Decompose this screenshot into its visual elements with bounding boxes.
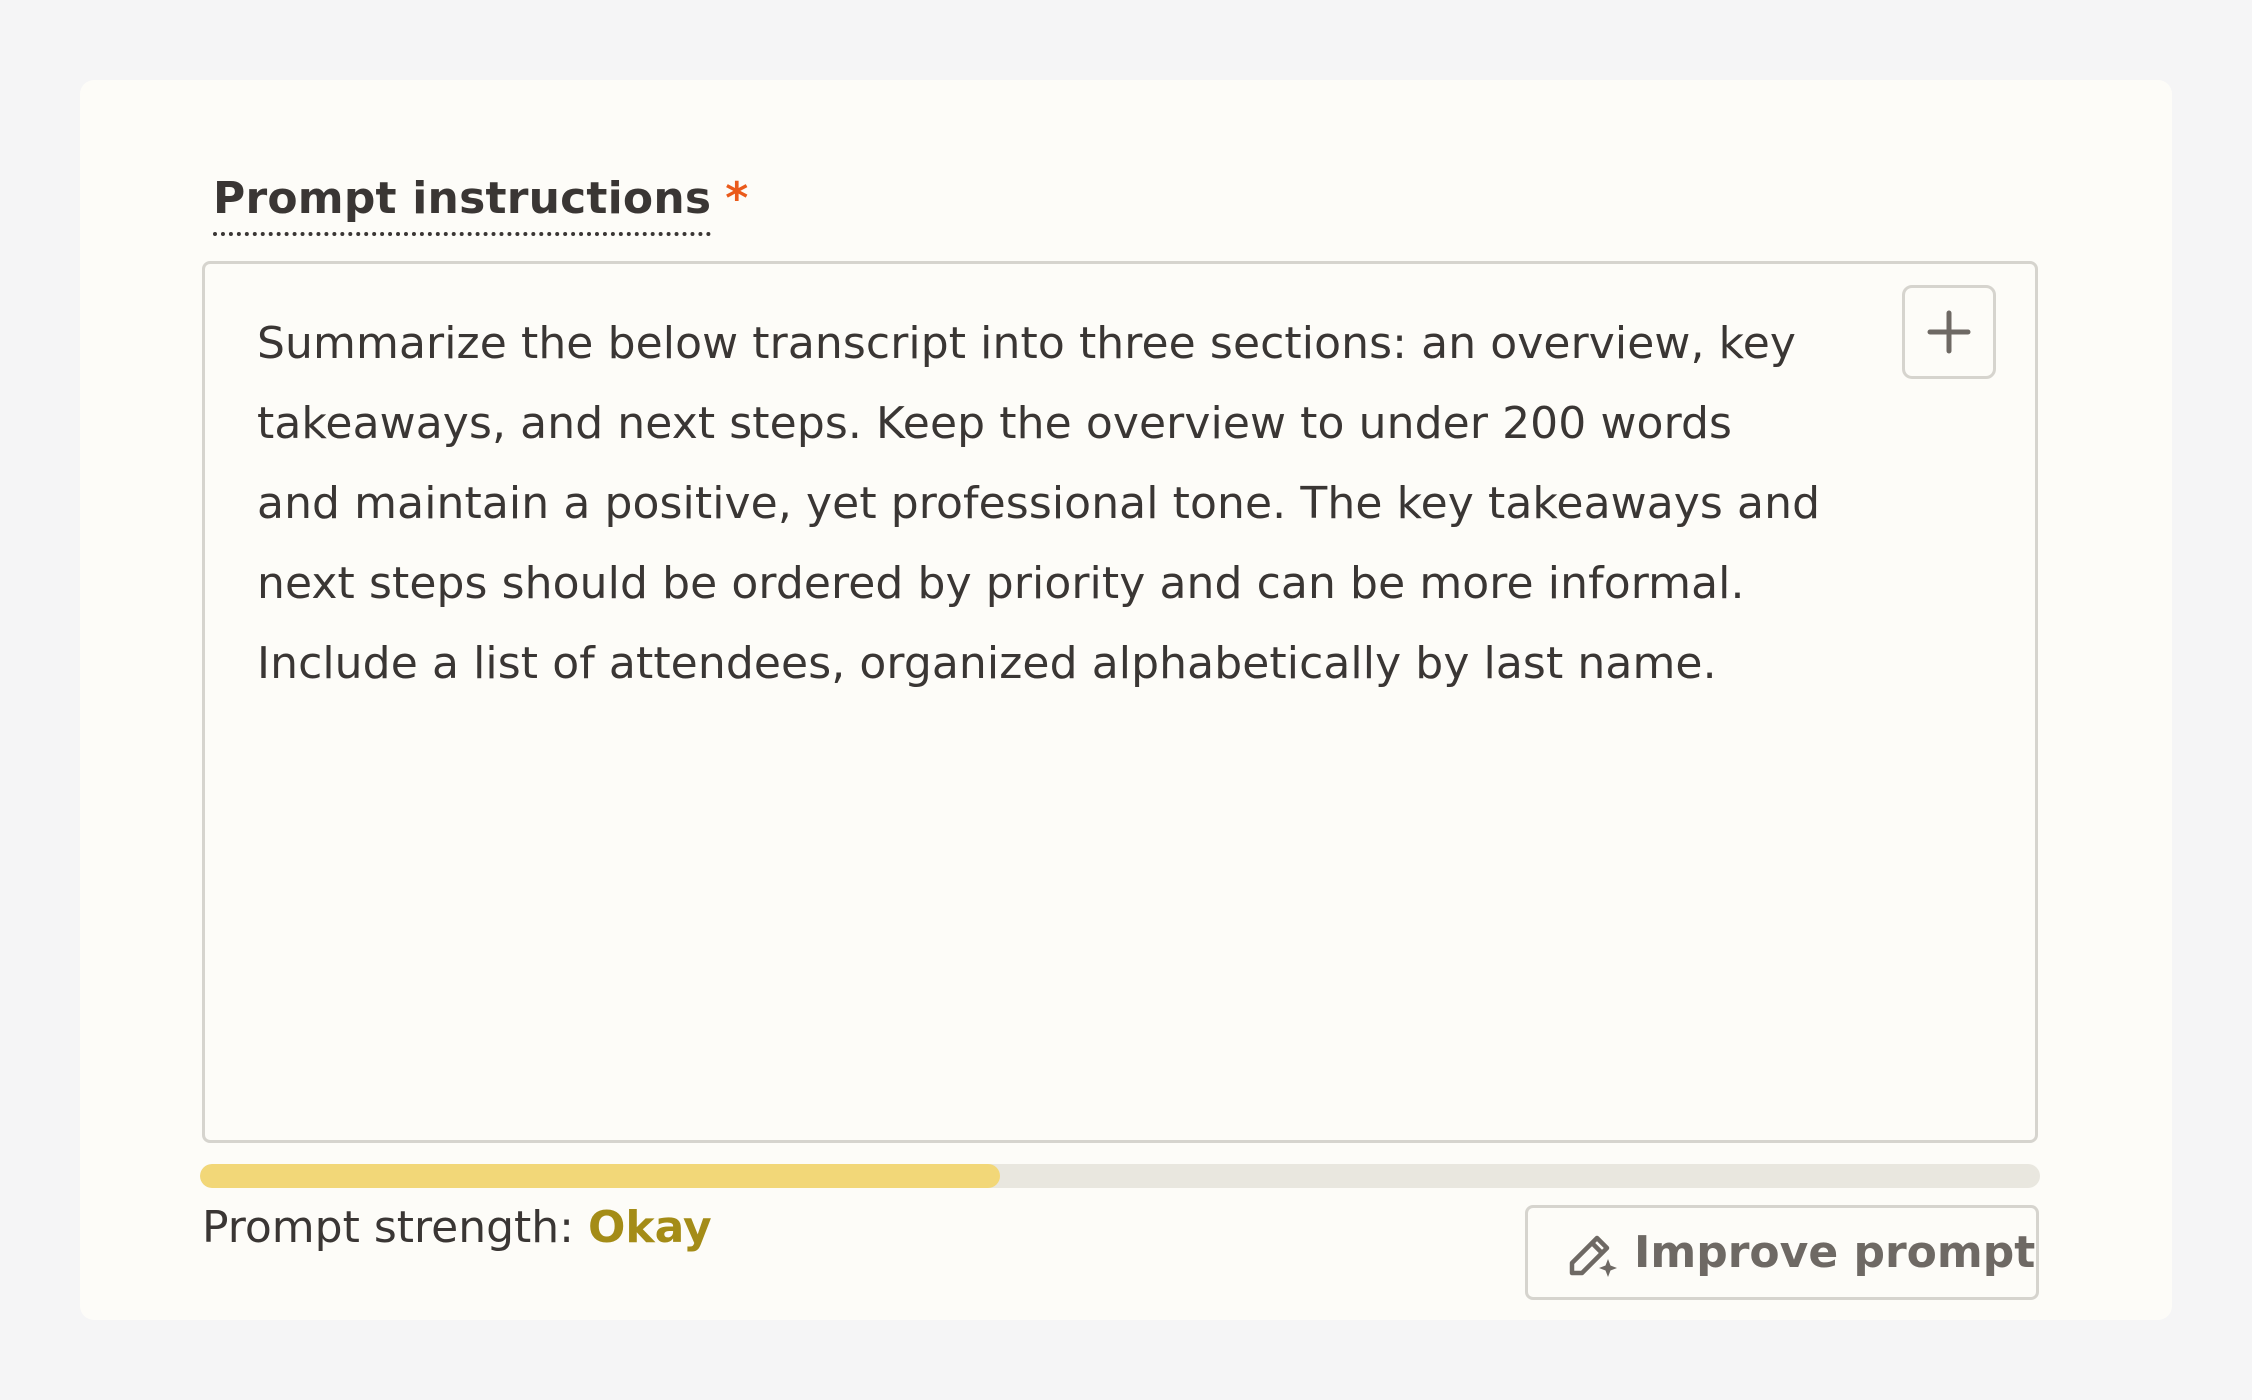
prompt-strength-fill xyxy=(200,1164,1001,1188)
improve-prompt-label: Improve prompt xyxy=(1634,1226,2036,1278)
required-marker: * xyxy=(725,173,749,224)
prompt-strength-row: Prompt strength: Okay xyxy=(202,1198,712,1258)
prompt-strength-value: Okay xyxy=(587,1202,712,1253)
add-button[interactable] xyxy=(1902,285,1996,379)
prompt-card: Prompt instructions * Summarize the belo… xyxy=(80,80,2172,1320)
plus-icon xyxy=(1927,310,1971,354)
prompt-strength-bar xyxy=(200,1164,2040,1188)
prompt-strength-label: Prompt strength: xyxy=(202,1202,574,1253)
prompt-textarea[interactable]: Summarize the below transcript into thre… xyxy=(202,261,2038,1143)
field-label[interactable]: Prompt instructions xyxy=(213,172,712,236)
prompt-text[interactable]: Summarize the below transcript into thre… xyxy=(257,304,1827,704)
improve-prompt-button[interactable]: Improve prompt xyxy=(1525,1205,2039,1300)
field-label-row: Prompt instructions * xyxy=(213,172,748,236)
magic-pencil-icon xyxy=(1564,1225,1620,1281)
